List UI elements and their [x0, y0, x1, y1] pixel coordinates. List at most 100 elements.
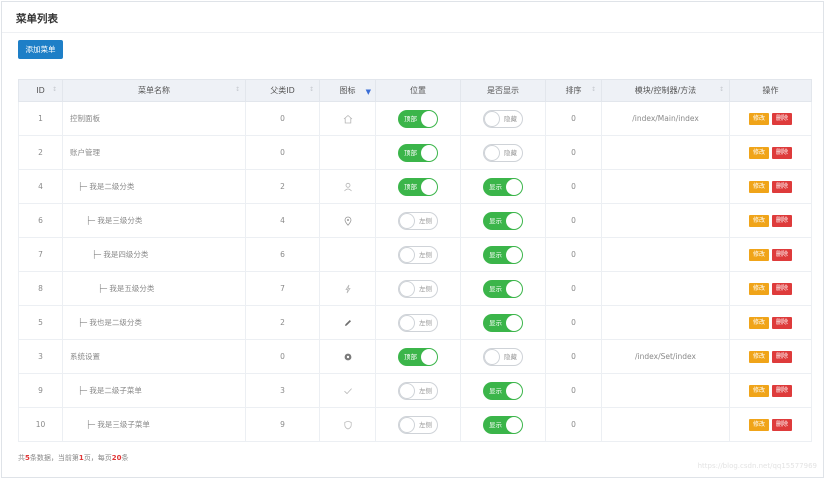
table-row: 10 ├─ 我是三级子菜单 9 shield-icon 左侧 显示 0 修改删除	[18, 407, 812, 442]
toggle-knob	[506, 246, 522, 263]
visibility-toggle[interactable]: 显示	[483, 415, 523, 434]
position-toggle-label: 左侧	[419, 284, 432, 293]
edit-button[interactable]: 修改	[749, 316, 769, 329]
cell-parent-id: 0	[245, 101, 320, 136]
cell-position: 左侧	[375, 407, 461, 442]
cell-path	[601, 271, 730, 306]
menu-name: 账户管理	[70, 148, 100, 157]
cell-id: 4	[18, 169, 63, 204]
position-toggle[interactable]: 顶部	[398, 143, 438, 162]
cell-icon: lightning-icon	[319, 271, 376, 306]
edit-button[interactable]: 修改	[749, 282, 769, 295]
cell-order: 0	[545, 101, 602, 136]
edit-button[interactable]: 修改	[749, 180, 769, 193]
edit-button[interactable]: 修改	[749, 384, 769, 397]
cell-visible: 隐藏	[460, 135, 546, 170]
position-toggle[interactable]: 顶部	[398, 347, 438, 366]
sort-icon[interactable]: ↕	[52, 87, 57, 93]
cell-visible: 显示	[460, 237, 546, 272]
delete-button[interactable]: 删除	[772, 418, 792, 431]
visibility-toggle[interactable]: 隐藏	[483, 347, 523, 366]
cell-order: 0	[545, 203, 602, 238]
cell-parent-id: 7	[245, 271, 320, 306]
cell-position: 左侧	[375, 237, 461, 272]
delete-button[interactable]: 删除	[772, 214, 792, 227]
cell-actions: 修改 删除	[729, 373, 812, 408]
cell-visible: 隐藏	[460, 101, 546, 136]
cell-id: 1	[18, 101, 63, 136]
cell-path: /index/Main/index	[601, 101, 730, 136]
delete-button[interactable]: 删除	[772, 180, 792, 193]
sort-icon[interactable]: ↕	[719, 87, 724, 93]
toggle-knob	[399, 382, 415, 399]
cell-name: 账户管理	[62, 135, 246, 170]
delete-button[interactable]: 删除	[772, 282, 792, 295]
cell-name: ├─ 我是五级分类	[62, 271, 246, 306]
sort-icon[interactable]: ↕	[591, 87, 596, 93]
visibility-toggle[interactable]: 显示	[483, 313, 523, 332]
position-toggle[interactable]: 左侧	[398, 313, 438, 332]
cell-icon: gear-icon	[319, 339, 376, 374]
col-header-icon[interactable]: 图标 ▼	[319, 79, 376, 102]
sort-desc-icon[interactable]: ▼	[366, 88, 371, 96]
edit-button[interactable]: 修改	[749, 248, 769, 261]
position-toggle[interactable]: 左侧	[398, 381, 438, 400]
add-menu-button[interactable]: 添加菜单	[18, 40, 63, 59]
visibility-toggle[interactable]: 显示	[483, 245, 523, 264]
visibility-toggle-label: 显示	[489, 216, 502, 225]
delete-button[interactable]: 删除	[772, 350, 792, 363]
col-header-name[interactable]: 菜单名称 ↕	[62, 79, 246, 102]
cell-icon: shield-icon	[319, 407, 376, 442]
edit-button[interactable]: 修改	[749, 418, 769, 431]
cell-position: 顶部	[375, 135, 461, 170]
position-toggle[interactable]: 顶部	[398, 109, 438, 128]
cell-position: 顶部	[375, 101, 461, 136]
toggle-knob	[399, 280, 415, 297]
cell-parent-id: 6	[245, 237, 320, 272]
visibility-toggle[interactable]: 显示	[483, 279, 523, 298]
delete-button[interactable]: 删除	[772, 384, 792, 397]
cell-path	[601, 169, 730, 204]
position-toggle[interactable]: 顶部	[398, 177, 438, 196]
visibility-toggle[interactable]: 隐藏	[483, 109, 523, 128]
toggle-knob	[399, 246, 415, 263]
position-toggle[interactable]: 左侧	[398, 211, 438, 230]
visibility-toggle[interactable]: 显示	[483, 381, 523, 400]
position-toggle[interactable]: 左侧	[398, 415, 438, 434]
col-header-path[interactable]: 模块/控制器/方法 ↕	[601, 79, 730, 102]
col-header-parent[interactable]: 父类ID ↕	[245, 79, 320, 102]
sort-icon[interactable]: ↕	[309, 87, 314, 93]
cell-order: 0	[545, 373, 602, 408]
toggle-knob	[399, 314, 415, 331]
visibility-toggle[interactable]: 隐藏	[483, 143, 523, 162]
cell-position: 左侧	[375, 373, 461, 408]
edit-button[interactable]: 修改	[749, 146, 769, 159]
cell-parent-id: 0	[245, 339, 320, 374]
edit-button[interactable]: 修改	[749, 350, 769, 363]
delete-button[interactable]: 删除	[772, 316, 792, 329]
cell-order: 0	[545, 305, 602, 340]
visibility-toggle-label: 显示	[489, 318, 502, 327]
visibility-toggle[interactable]: 显示	[483, 211, 523, 230]
delete-button[interactable]: 删除	[772, 146, 792, 159]
col-header-order[interactable]: 排序 ↕	[545, 79, 602, 102]
cell-order: 0	[545, 135, 602, 170]
cell-actions: 修改 删除	[729, 271, 812, 306]
menu-list-panel: 菜单列表 添加菜单 ID ↕ 菜单名称 ↕ 父类ID ↕ 图标 ▼ 位置 是否显示 排序…	[1, 1, 824, 478]
cell-position: 左侧	[375, 271, 461, 306]
cell-parent-id: 9	[245, 407, 320, 442]
menu-name: ├─ 我是三级子菜单	[86, 420, 150, 429]
visibility-toggle[interactable]: 显示	[483, 177, 523, 196]
table-row: 7 ├─ 我是四级分类 6 左侧 显示 0 修改 删除	[18, 237, 812, 272]
position-toggle[interactable]: 左侧	[398, 279, 438, 298]
sort-icon[interactable]: ↕	[235, 87, 240, 93]
delete-button[interactable]: 删除	[772, 248, 792, 261]
position-toggle-label: 左侧	[419, 318, 432, 327]
edit-button[interactable]: 修改	[749, 112, 769, 125]
position-toggle[interactable]: 左侧	[398, 245, 438, 264]
col-header-id[interactable]: ID ↕	[18, 79, 63, 102]
delete-button[interactable]: 删除	[772, 112, 792, 125]
edit-button[interactable]: 修改	[749, 214, 769, 227]
visibility-toggle-label: 隐藏	[504, 114, 517, 123]
cell-id: 2	[18, 135, 63, 170]
